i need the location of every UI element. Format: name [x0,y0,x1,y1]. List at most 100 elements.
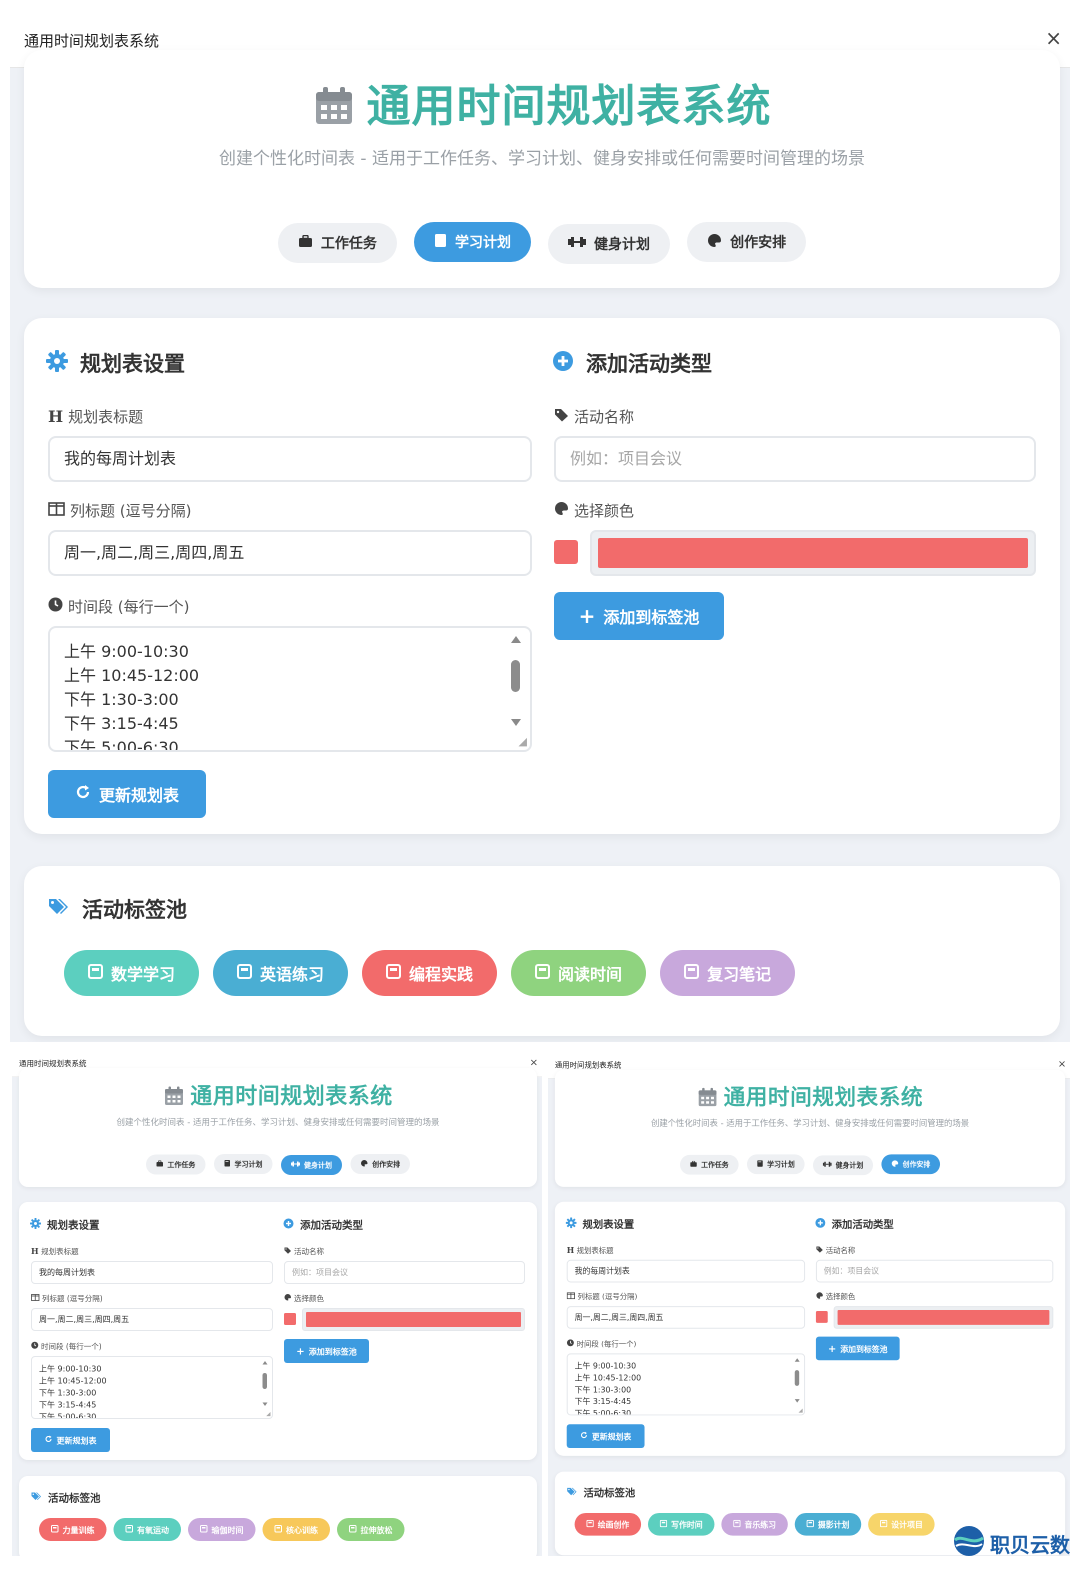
template-study-button[interactable]: 学习计划 [413,222,531,262]
template-creative-button[interactable]: 创作安排 [687,222,807,262]
update-planner-button[interactable]: 更新规划表 [566,1424,645,1448]
columns-input[interactable]: 周一,周二,周三,周四,周五 [31,1308,273,1331]
template-study-label: 学习计划 [234,1160,263,1169]
resize-handle-icon[interactable]: ◢ [798,1407,802,1413]
settings-title-text: 规划表设置 [80,352,185,376]
template-selector: 工作任务 学习计划 健身计划 创作安排 [24,222,1060,264]
columns-input[interactable]: 周一,周二,周三,周四,周五 [48,530,532,576]
template-fitness-button[interactable]: 健身计划 [812,1155,874,1175]
resize-handle-icon[interactable]: ◢ [519,735,527,748]
activity-tag[interactable]: 瑜伽时间 [188,1518,256,1541]
slots-lines: 上午 9:00-10:30 上午 10:45-12:00 下午 1:30-3:0… [64,640,199,752]
color-swatch[interactable] [284,1313,296,1325]
activity-name-input[interactable]: 例如：项目会议 [554,436,1036,482]
slots-textarea[interactable]: 上午 9:00-10:30 上午 10:45-12:00 下午 1:30-3:0… [31,1356,273,1419]
activity-tag-label: 写作时间 [671,1520,703,1530]
activity-tag[interactable]: 音乐练习 [721,1512,788,1536]
template-creative-button[interactable]: 创作安排 [350,1154,411,1174]
scroll-up-arrow-icon[interactable] [511,636,521,643]
update-planner-button[interactable]: 更新规划表 [31,1428,110,1452]
scroll-down-arrow-icon[interactable] [794,1399,800,1403]
refresh-icon [44,1435,52,1445]
template-work-button[interactable]: 工作任务 [145,1154,206,1175]
activity-tag[interactable]: 阅读时间 [511,950,647,996]
add-to-pool-button[interactable]: + 添加到标签池 [815,1336,900,1361]
template-work-label: 工作任务 [701,1161,729,1170]
slots-textarea[interactable]: 上午 9:00-10:30 上午 10:45-12:00 下午 1:30-3:0… [566,1353,806,1416]
textarea-scrollbar[interactable] [794,1358,800,1403]
activity-tag-label: 音乐练习 [744,1520,777,1530]
activity-name-label-text: 活动名称 [825,1246,856,1255]
slots-textarea[interactable]: 上午 9:00-10:30 上午 10:45-12:00 下午 1:30-3:0… [48,626,532,752]
pool-title: 活动标签池 [48,894,187,924]
scroll-down-arrow-icon[interactable] [262,1402,268,1406]
title-field-label-text: 规划表标题 [41,1247,79,1256]
activity-tag[interactable]: 绘画创作 [574,1512,642,1536]
scroll-up-arrow-icon[interactable] [794,1358,800,1362]
close-icon[interactable]: × [530,1056,538,1068]
close-icon[interactable]: × [1058,1058,1066,1070]
activity-tag-label: 力量训练 [62,1525,95,1536]
add-to-pool-button[interactable]: + 添加到标签池 [284,1339,369,1363]
color-label-text: 选择颜色 [574,502,635,520]
title-field-label: H 规划表标题 [31,1246,79,1257]
template-study-button[interactable]: 学习计划 [746,1154,805,1175]
running-icon [125,1524,134,1535]
activity-tag[interactable]: 有氧运动 [113,1518,182,1541]
resize-handle-icon[interactable]: ◢ [266,1411,270,1418]
template-fitness-button[interactable]: 健身计划 [548,223,671,264]
app-title-text: 通用时间规划表系统 [723,1084,924,1111]
settings-card: 规划表设置 H 规划表标题 我的每周计划表 列标题 (逗号分隔) 周一,周二,周… [19,1202,537,1460]
header-card: 通用时间规划表系统 创建个性化时间表 - 适用于工作任务、学习计划、健身安排或任… [554,1069,1066,1187]
template-fitness-button[interactable]: 健身计划 [281,1154,343,1175]
activity-name-input[interactable]: 例如：项目会议 [284,1261,525,1284]
template-work-button[interactable]: 工作任务 [277,223,397,263]
activity-tag[interactable]: 力量训练 [39,1518,107,1541]
textarea-scrollbar[interactable] [262,1361,268,1406]
activity-tag[interactable]: 设计项目 [868,1512,935,1536]
calendar-icon [163,1086,184,1113]
plus-icon: + [578,604,596,628]
title-input[interactable]: 我的每周计划表 [31,1261,273,1284]
activity-tag[interactable]: 英语练习 [213,950,349,996]
add-to-pool-label: 添加到标签池 [840,1344,888,1354]
activity-tag[interactable]: 编程实践 [362,950,498,996]
update-planner-button[interactable]: 更新规划表 [48,770,206,818]
textarea-scrollbar[interactable] [510,636,522,726]
activity-tag[interactable]: 拉伸放松 [337,1518,405,1541]
color-swatch[interactable] [554,540,578,564]
add-to-pool-button[interactable]: + 添加到标签池 [554,592,724,640]
tag-icon [816,1246,823,1255]
scroll-up-arrow-icon[interactable] [262,1361,268,1365]
camera-icon [806,1519,814,1529]
color-picker-input[interactable] [833,1306,1054,1329]
scrollbar-thumb[interactable] [262,1373,267,1389]
color-picker-input[interactable] [590,530,1036,576]
activity-tag[interactable]: 摄影计划 [794,1512,862,1536]
title-input[interactable]: 我的每周计划表 [566,1259,806,1283]
title-field-label: H 规划表标题 [48,406,143,427]
scrollbar-thumb[interactable] [794,1370,800,1386]
activity-tag[interactable]: 数学学习 [64,950,200,996]
columns-input[interactable]: 周一,周二,周三,周四,周五 [566,1306,806,1329]
color-picker-input[interactable] [302,1308,525,1331]
template-work-button[interactable]: 工作任务 [679,1154,739,1175]
scroll-down-arrow-icon[interactable] [511,719,521,726]
color-swatch[interactable] [815,1311,828,1323]
activity-tag[interactable]: 复习笔记 [660,950,796,996]
scrollbar-thumb[interactable] [511,660,520,692]
title-input[interactable]: 我的每周计划表 [48,436,532,482]
template-study-button[interactable]: 学习计划 [213,1154,273,1174]
template-creative-button[interactable]: 创作安排 [881,1154,941,1175]
activity-tag[interactable]: 核心训练 [262,1518,331,1541]
slot-line: 下午 5:00-6:30 [64,738,179,752]
app-window: 通用时间规划表系统 × 通用时间规划表系统 创建个性化时间表 - 适用于工作任务… [10,10,1070,1042]
add-activity-title-text: 添加活动类型 [586,352,712,376]
app-subtitle: 创建个性化时间表 - 适用于工作任务、学习计划、健身安排或任何需要时间管理的场景 [650,1118,970,1129]
slot-line: 上午 10:45-12:00 [574,1373,642,1383]
activity-name-input[interactable]: 例如：项目会议 [815,1259,1054,1283]
close-icon[interactable]: × [1045,26,1062,50]
activity-tag[interactable]: 写作时间 [647,1512,715,1536]
screenshot-study-plan: 通用时间规划表系统 × 通用时间规划表系统 创建个性化时间表 - 适用于工作任务… [10,10,1070,1042]
activity-tag-label: 复习笔记 [707,965,772,984]
